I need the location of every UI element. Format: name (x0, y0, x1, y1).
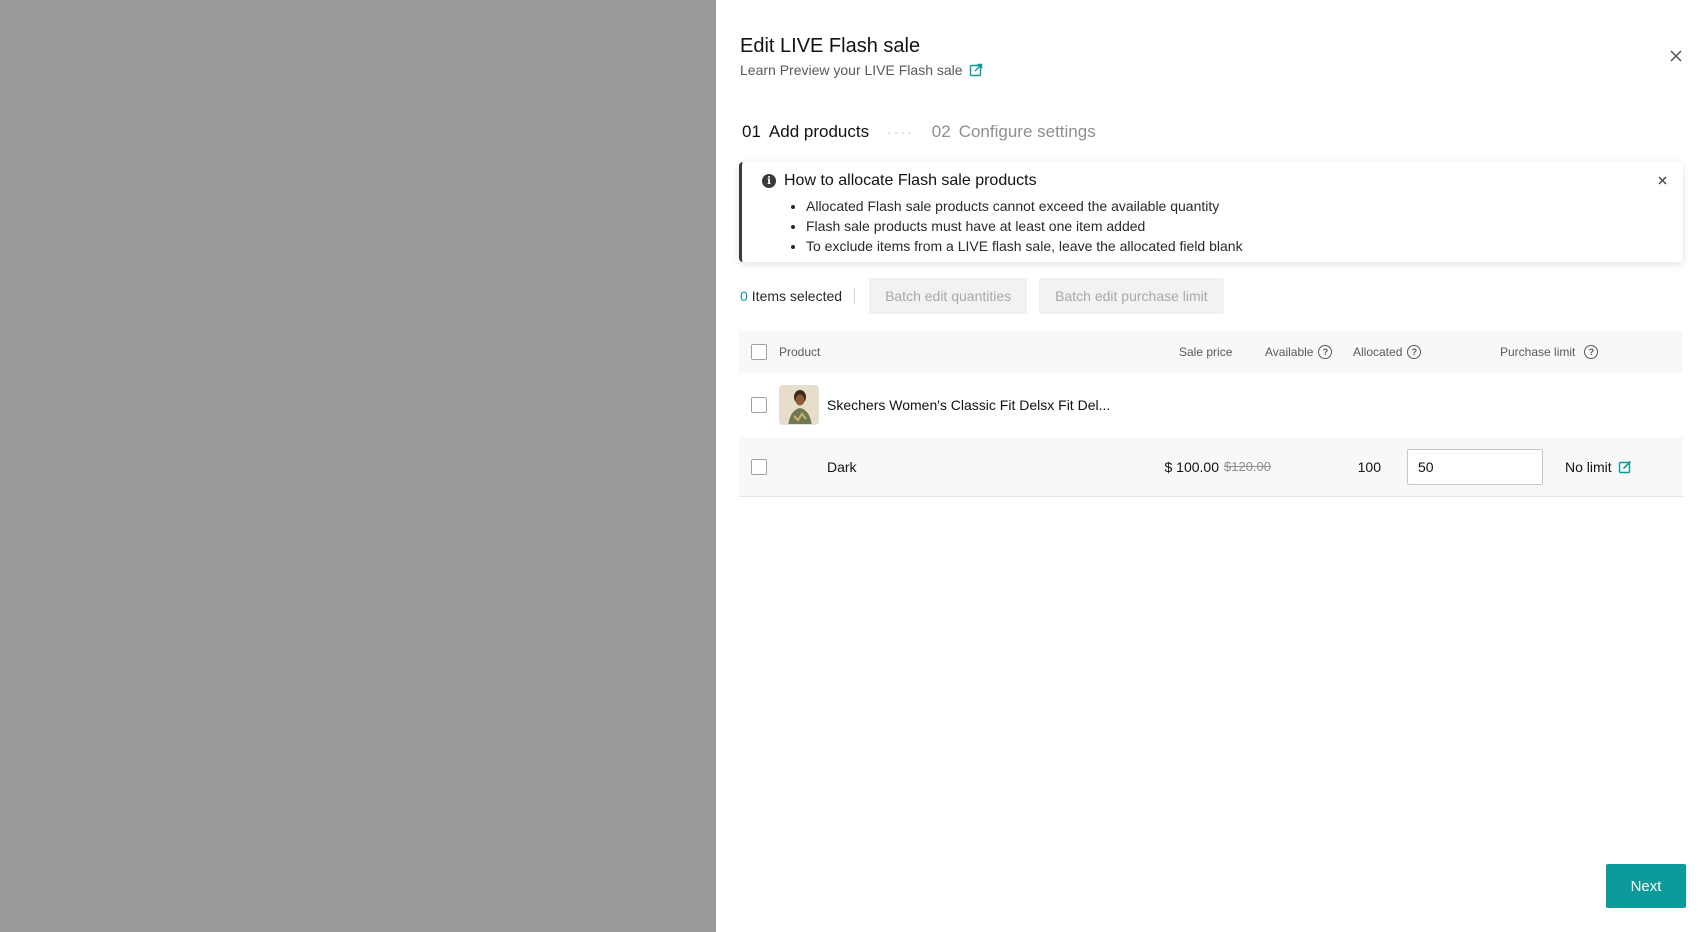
step-number: 02 (931, 122, 951, 141)
notice-bullet: To exclude items from a LIVE flash sale,… (806, 236, 1243, 256)
variant-name: Dark (827, 458, 857, 475)
info-icon: i (762, 174, 776, 188)
price-current: $ 100.00 (1164, 458, 1220, 475)
external-link-icon[interactable] (969, 63, 983, 77)
header-product: Product (779, 345, 821, 359)
header-allocated-label: Allocated (1353, 345, 1403, 359)
allocation-notice: i How to allocate Flash sale products Al… (739, 162, 1683, 262)
selected-count: 0 (740, 288, 748, 304)
variant-checkbox[interactable] (751, 458, 767, 475)
header-available-label: Available (1265, 345, 1314, 359)
modal-backdrop[interactable] (0, 0, 716, 932)
notice-bullet: Allocated Flash sale products cannot exc… (806, 196, 1243, 216)
step-connector: ···· (887, 124, 914, 140)
notice-title: How to allocate Flash sale products (784, 172, 1037, 189)
header-purchase-limit: Purchase limit ? (1500, 345, 1599, 359)
allocated-input[interactable] (1407, 448, 1543, 485)
header-available: Available ? (1265, 345, 1333, 359)
product-name: Skechers Women's Classic Fit Delsx Fit D… (827, 397, 1111, 413)
drawer-title: Edit LIVE Flash sale (740, 35, 921, 57)
selected-label: Items selected (751, 288, 843, 304)
drawer-subtitle[interactable]: Learn Preview your LIVE Flash sale (740, 62, 983, 78)
variant-row: Dark $ 100.00 $120.00 100 No limit (739, 437, 1683, 497)
step-label: Configure settings (958, 122, 1096, 141)
notice-header: i How to allocate Flash sale products (762, 172, 1037, 190)
edit-flash-sale-drawer: Edit LIVE Flash sale Learn Preview your … (716, 0, 1708, 932)
products-table: Product Sale price Available ? Allocated… (739, 331, 1683, 497)
divider (854, 288, 856, 304)
close-drawer-button[interactable] (1664, 44, 1688, 68)
close-icon (1658, 176, 1667, 185)
batch-edit-purchase-limit-button[interactable]: Batch edit purchase limit (1039, 278, 1224, 314)
step-configure-settings: 02 Configure settings (932, 122, 1096, 142)
header-purchase-limit-label: Purchase limit (1500, 345, 1576, 359)
notice-bullet: Flash sale products must have at least o… (806, 216, 1243, 236)
available-quantity: 100 (1357, 458, 1381, 475)
close-notice-button[interactable] (1658, 172, 1667, 188)
table-header: Product Sale price Available ? Allocated… (739, 331, 1683, 373)
close-icon (1670, 50, 1682, 62)
subtitle-link-text[interactable]: Learn Preview your LIVE Flash sale (740, 62, 963, 78)
help-icon[interactable]: ? (1584, 345, 1599, 359)
selection-toolbar: 0 Items selected Batch edit quantities B… (740, 278, 1236, 314)
header-allocated: Allocated ? (1353, 345, 1422, 359)
notice-list: Allocated Flash sale products cannot exc… (806, 196, 1243, 256)
header-sale-price: Sale price (1179, 345, 1233, 359)
select-all-checkbox[interactable] (751, 344, 767, 360)
help-icon[interactable]: ? (1318, 345, 1333, 359)
drawer-header: Edit LIVE Flash sale Learn Preview your … (740, 32, 983, 78)
step-number: 01 (742, 122, 761, 141)
help-icon[interactable]: ? (1407, 345, 1422, 359)
sale-price: $ 100.00 $120.00 (1165, 459, 1272, 475)
step-label: Add products (768, 122, 870, 141)
step-add-products: 01 Add products (742, 122, 869, 142)
product-row: Skechers Women's Classic Fit Delsx Fit D… (739, 373, 1683, 437)
product-thumbnail (779, 385, 819, 425)
batch-edit-quantities-button[interactable]: Batch edit quantities (869, 278, 1028, 314)
purchase-limit-value: No limit (1565, 458, 1612, 475)
product-checkbox[interactable] (751, 397, 767, 413)
next-button[interactable]: Next (1606, 864, 1686, 908)
product-image (780, 386, 818, 424)
price-original: $120.00 (1224, 459, 1271, 474)
edit-icon[interactable] (1618, 460, 1632, 474)
purchase-limit: No limit (1565, 459, 1632, 475)
stepper: 01 Add products ···· 02 Configure settings (742, 122, 1096, 142)
